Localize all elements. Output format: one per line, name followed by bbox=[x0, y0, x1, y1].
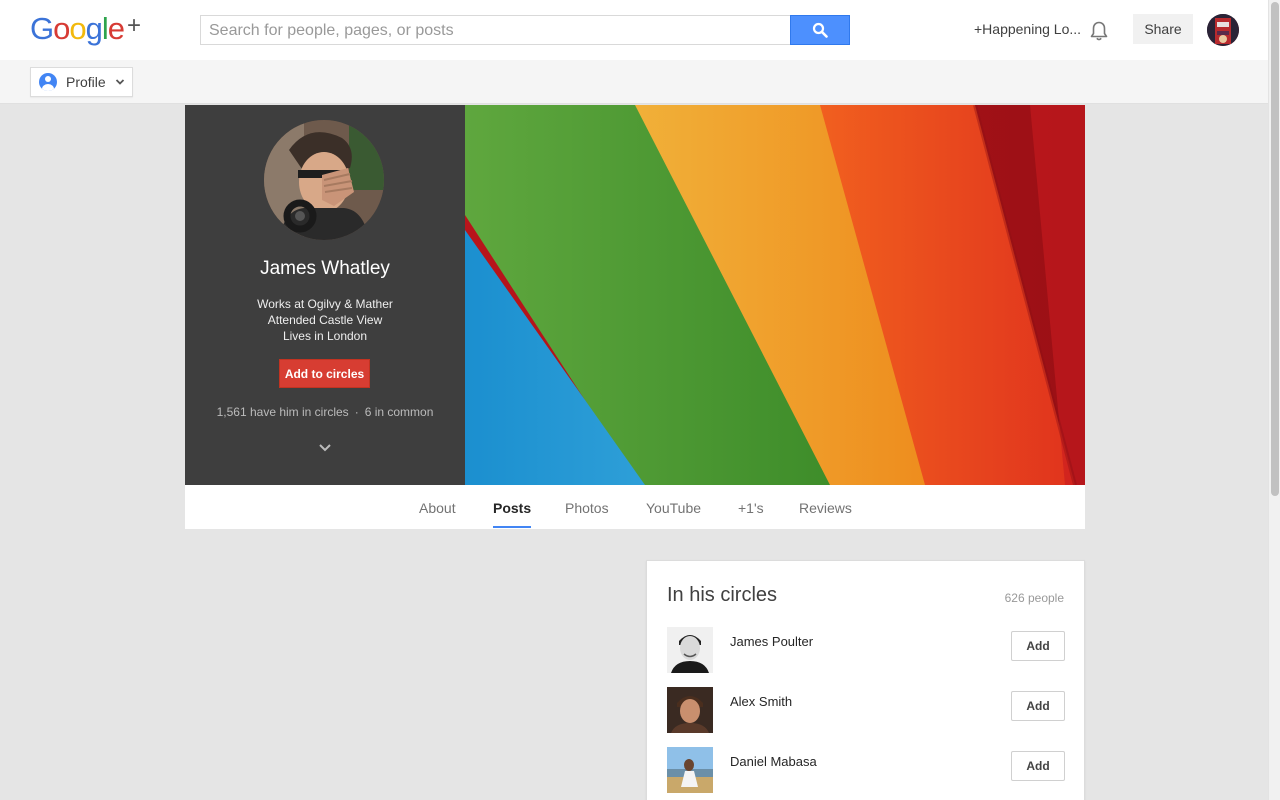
google-plus-logo[interactable]: Google + bbox=[30, 11, 141, 50]
cover-photo[interactable] bbox=[465, 105, 1085, 485]
person-name[interactable]: Daniel Mabasa bbox=[730, 754, 817, 769]
add-to-circles-button[interactable]: Add to circles bbox=[279, 359, 370, 388]
scrollbar-thumb[interactable] bbox=[1271, 2, 1279, 496]
profile-tabs: About Posts Photos YouTube +1's Reviews bbox=[185, 485, 1085, 529]
in-his-circles-card: In his circles 626 people James Poulter … bbox=[646, 560, 1085, 800]
logo-letter: e bbox=[107, 11, 125, 46]
account-avatar[interactable] bbox=[1207, 14, 1239, 46]
logo-letter: G bbox=[30, 11, 54, 46]
circled-by-count[interactable]: 1,561 have him in circles bbox=[217, 405, 349, 419]
list-item[interactable]: Daniel Mabasa Add bbox=[667, 747, 1067, 793]
avatar[interactable] bbox=[667, 687, 713, 733]
bell-icon[interactable] bbox=[1088, 20, 1110, 42]
circle-stats: 1,561 have him in circles · 6 in common bbox=[185, 405, 465, 419]
top-bar: Google + Search for people, pages, or pos… bbox=[0, 0, 1268, 60]
profile-dropdown-label: Profile bbox=[66, 74, 106, 90]
avatar[interactable] bbox=[667, 747, 713, 793]
person-name[interactable]: James Poulter bbox=[730, 634, 813, 649]
profile-panel: James Whatley Works at Ogilvy & Mather A… bbox=[185, 105, 465, 485]
tab-photos[interactable]: Photos bbox=[565, 500, 609, 516]
tab-youtube[interactable]: YouTube bbox=[646, 500, 701, 516]
avatar[interactable] bbox=[667, 627, 713, 673]
profile-photo[interactable] bbox=[264, 120, 384, 240]
search-icon bbox=[812, 22, 828, 38]
add-button[interactable]: Add bbox=[1011, 691, 1065, 721]
tab-about[interactable]: About bbox=[419, 500, 456, 516]
profile-details: Works at Ogilvy & Mather Attended Castle… bbox=[185, 296, 465, 344]
search-input[interactable]: Search for people, pages, or posts bbox=[200, 15, 791, 45]
card-title: In his circles bbox=[667, 584, 778, 606]
sub-nav-bar: Profile bbox=[0, 60, 1268, 104]
logo-letter: o bbox=[53, 11, 70, 46]
logo-letter: g bbox=[85, 11, 103, 46]
profile-name: James Whatley bbox=[260, 258, 390, 279]
logo-plus: + bbox=[127, 12, 142, 39]
add-button[interactable]: Add bbox=[1011, 631, 1065, 661]
circle-count[interactable]: 626 people bbox=[1005, 591, 1064, 605]
logo-letter: o bbox=[69, 11, 86, 46]
list-item[interactable]: James Poulter Add bbox=[667, 627, 1067, 673]
chevron-down-icon bbox=[115, 79, 124, 85]
search-button[interactable] bbox=[790, 15, 850, 45]
chevron-down-icon[interactable] bbox=[317, 442, 333, 454]
tab-posts[interactable]: Posts bbox=[493, 500, 532, 528]
happening-now-link[interactable]: +Happening Lo... bbox=[974, 21, 1081, 37]
tab-plus-ones[interactable]: +1's bbox=[738, 500, 764, 516]
profile-location: Lives in London bbox=[282, 329, 368, 343]
in-common-count[interactable]: 6 in common bbox=[365, 405, 434, 419]
page-scrollbar[interactable] bbox=[1268, 0, 1280, 800]
share-button[interactable]: Share bbox=[1133, 14, 1193, 44]
person-name[interactable]: Alex Smith bbox=[730, 694, 792, 709]
profile-school: Attended Castle View bbox=[267, 313, 383, 327]
separator-dot: · bbox=[354, 405, 359, 419]
profile-work: Works at Ogilvy & Mather bbox=[257, 297, 393, 311]
add-button[interactable]: Add bbox=[1011, 751, 1065, 781]
tab-reviews[interactable]: Reviews bbox=[799, 500, 852, 516]
person-icon bbox=[39, 73, 57, 91]
list-item[interactable]: Alex Smith Add bbox=[667, 687, 1067, 733]
profile-dropdown[interactable]: Profile bbox=[30, 67, 133, 97]
